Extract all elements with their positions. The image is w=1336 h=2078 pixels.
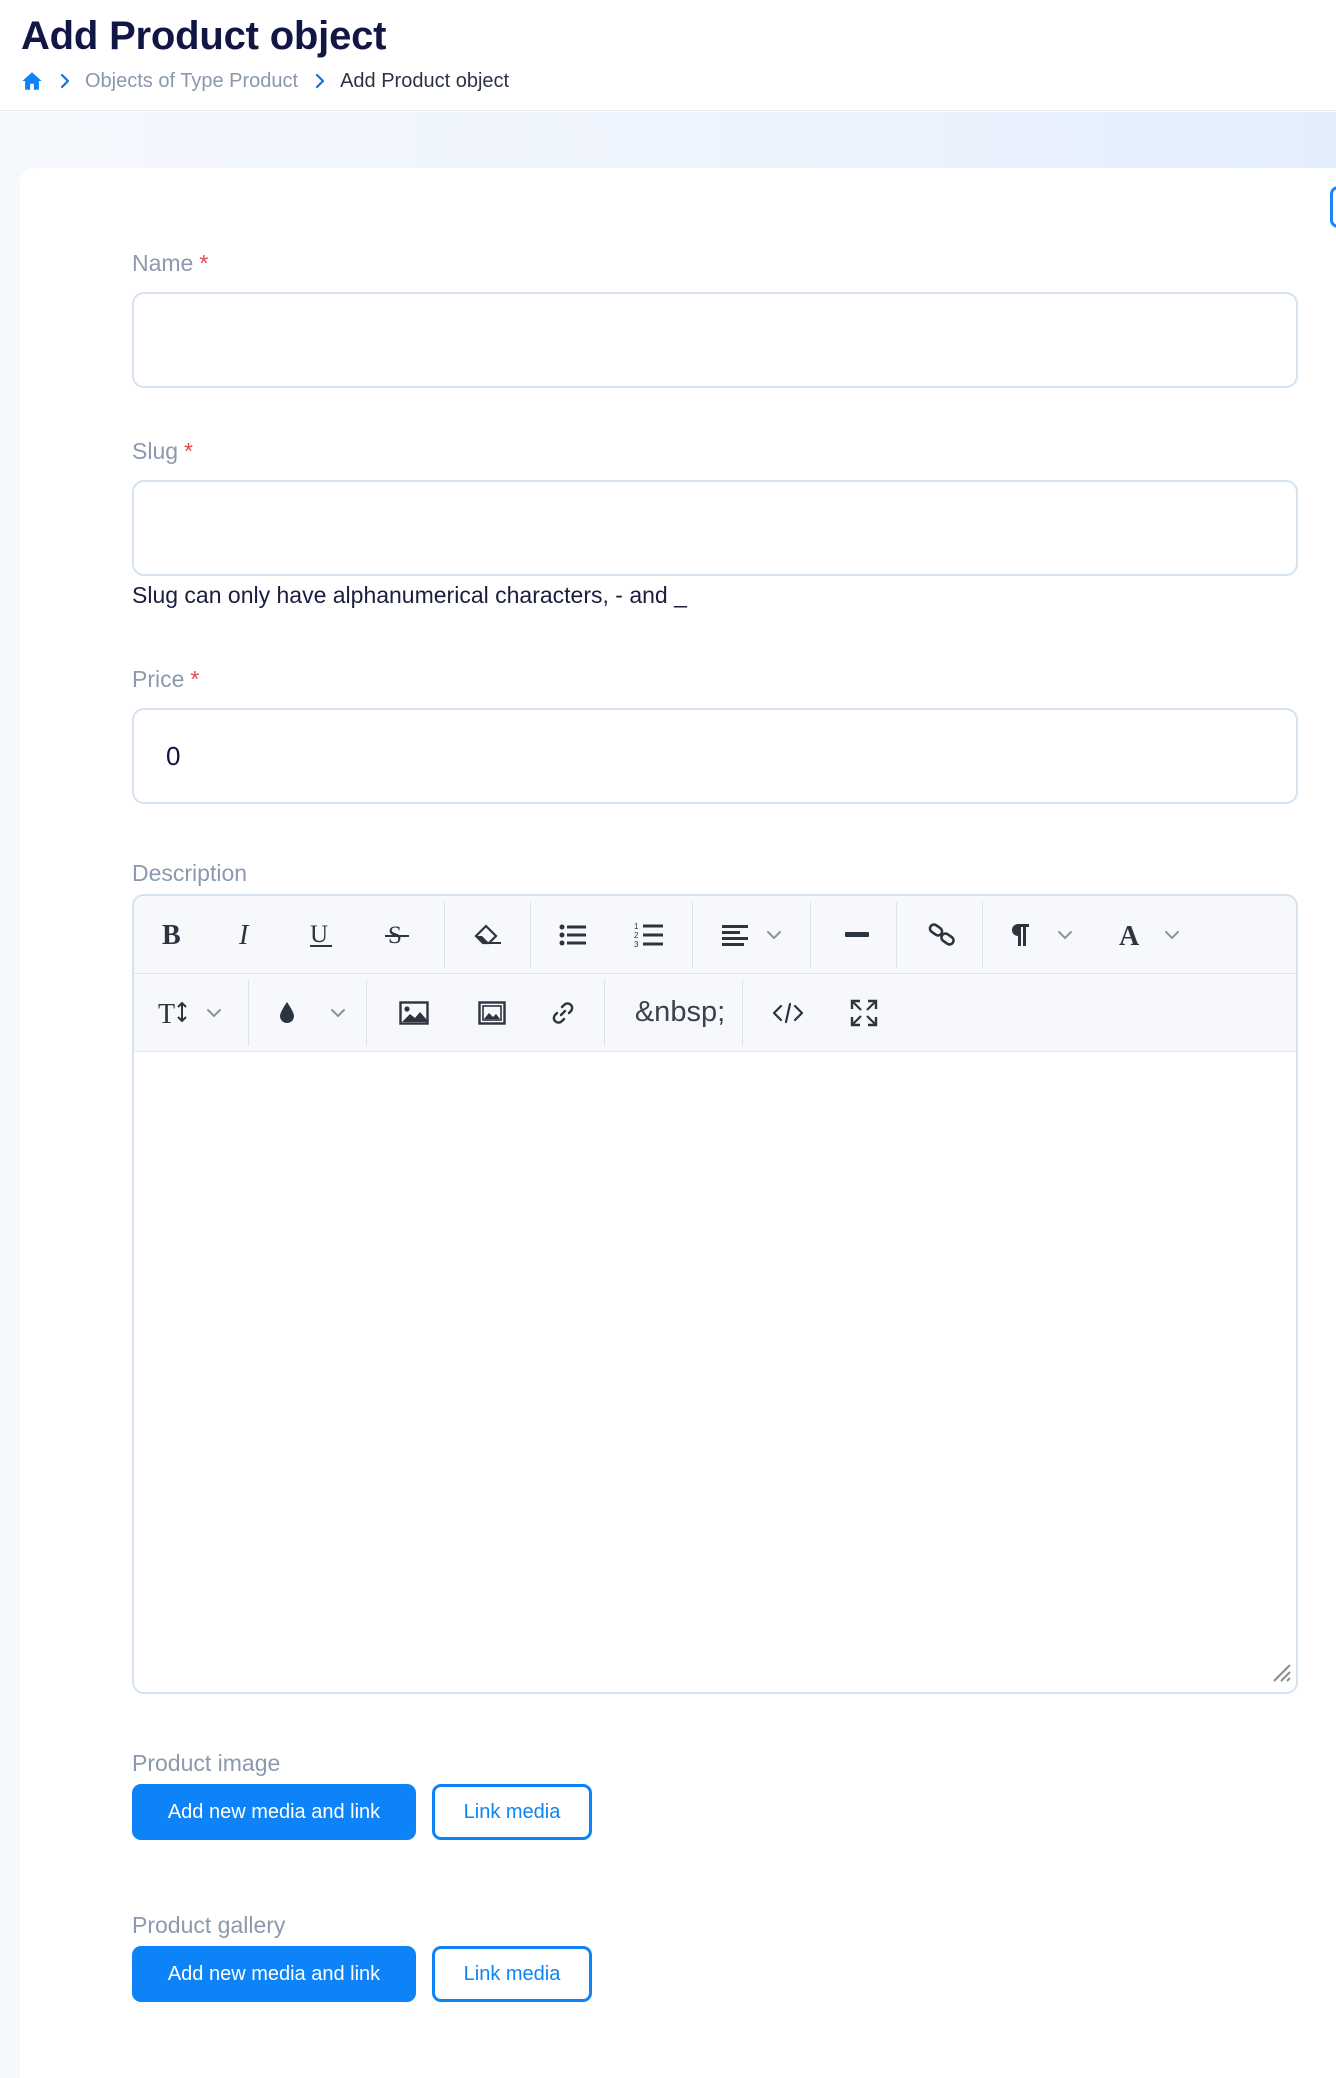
top-right-button[interactable] — [1330, 186, 1336, 228]
description-editor: B I U S 123 A T &nbsp; — [132, 894, 1298, 1694]
image-icon[interactable] — [386, 974, 442, 1051]
numbered-list-icon[interactable]: 123 — [626, 896, 672, 973]
slug-input[interactable] — [132, 480, 1298, 576]
italic-icon[interactable]: I — [224, 896, 266, 973]
bullet-list-icon[interactable] — [550, 896, 596, 973]
toolbar-divider — [982, 902, 983, 968]
toolbar-divider — [742, 980, 743, 1046]
horizontal-rule-icon[interactable] — [830, 896, 884, 973]
product-gallery-add-media-button[interactable]: Add new media and link — [132, 1946, 416, 2002]
font-dropdown[interactable]: A — [1106, 896, 1192, 973]
align-icon — [722, 924, 748, 946]
align-dropdown[interactable] — [712, 896, 792, 973]
svg-text:I: I — [238, 922, 250, 948]
font-icon: A — [1119, 922, 1140, 948]
breadcrumb-item-objects[interactable]: Objects of Type Product — [85, 70, 298, 93]
name-label: Name * — [132, 250, 209, 276]
color-dropdown[interactable] — [264, 974, 360, 1051]
editor-toolbar-row-1: B I U S 123 A — [134, 896, 1296, 974]
description-label: Description — [132, 860, 248, 886]
svg-text:1: 1 — [634, 922, 639, 931]
product-image-add-media-button[interactable]: Add new media and link — [132, 1784, 416, 1840]
chevron-right-icon — [59, 73, 71, 89]
toolbar-divider — [810, 902, 811, 968]
product-image-link-media-button[interactable]: Link media — [432, 1784, 592, 1840]
svg-text:T: T — [158, 999, 175, 1027]
svg-text:B: B — [162, 922, 181, 948]
bold-icon[interactable]: B — [150, 896, 192, 973]
strikethrough-icon[interactable]: S — [376, 896, 418, 973]
svg-text:2: 2 — [634, 931, 639, 940]
page-header: Add Product object Objects of Type Produ… — [0, 0, 1336, 111]
paragraph-dropdown[interactable] — [998, 896, 1084, 973]
eraser-icon[interactable] — [466, 896, 510, 973]
slug-help-text: Slug can only have alphanumerical charac… — [132, 582, 687, 608]
svg-text:3: 3 — [634, 940, 639, 949]
toolbar-divider — [692, 902, 693, 968]
editor-toolbar-row-2: T &nbsp; — [134, 974, 1296, 1052]
gallery-icon[interactable] — [464, 974, 520, 1051]
toolbar-divider — [530, 902, 531, 968]
code-view-icon[interactable] — [760, 974, 816, 1051]
link-chain-icon[interactable] — [536, 974, 590, 1051]
product-gallery-link-media-button[interactable]: Link media — [432, 1946, 592, 2002]
toolbar-divider — [366, 980, 367, 1046]
toolbar-divider — [896, 902, 897, 968]
description-content-area[interactable] — [134, 1053, 1296, 1692]
svg-text:U: U — [310, 921, 328, 948]
toolbar-divider — [444, 902, 445, 968]
name-input[interactable] — [132, 292, 1298, 388]
color-drop-icon — [280, 1001, 294, 1023]
paragraph-icon — [1012, 923, 1029, 946]
chevron-down-icon — [331, 1008, 345, 1017]
underline-icon[interactable]: U — [300, 896, 342, 973]
slug-label: Slug * — [132, 438, 193, 464]
font-size-icon: T — [158, 999, 187, 1027]
page-title: Add Product object — [21, 14, 387, 58]
nbsp-button[interactable]: &nbsp; — [620, 974, 740, 1051]
toolbar-divider — [604, 980, 605, 1046]
product-gallery-label: Product gallery — [132, 1912, 286, 1938]
font-size-dropdown[interactable]: T — [148, 974, 232, 1051]
chevron-down-icon — [1165, 930, 1179, 939]
fullscreen-icon[interactable] — [836, 974, 892, 1051]
price-input[interactable] — [132, 708, 1298, 804]
chevron-down-icon — [1058, 930, 1072, 939]
toolbar-divider — [248, 980, 249, 1046]
svg-text:A: A — [1119, 922, 1140, 948]
price-label: Price * — [132, 666, 200, 692]
breadcrumb-item-current: Add Product object — [340, 69, 510, 92]
chevron-down-icon — [207, 1008, 221, 1017]
chevron-down-icon — [767, 930, 781, 939]
product-image-label: Product image — [132, 1750, 281, 1776]
link-icon[interactable] — [914, 896, 970, 973]
chevron-right-icon — [314, 73, 326, 89]
resize-handle-icon[interactable] — [1270, 1661, 1292, 1688]
breadcrumb: Objects of Type Product Add Product obje… — [21, 68, 509, 94]
home-icon[interactable] — [21, 70, 43, 92]
